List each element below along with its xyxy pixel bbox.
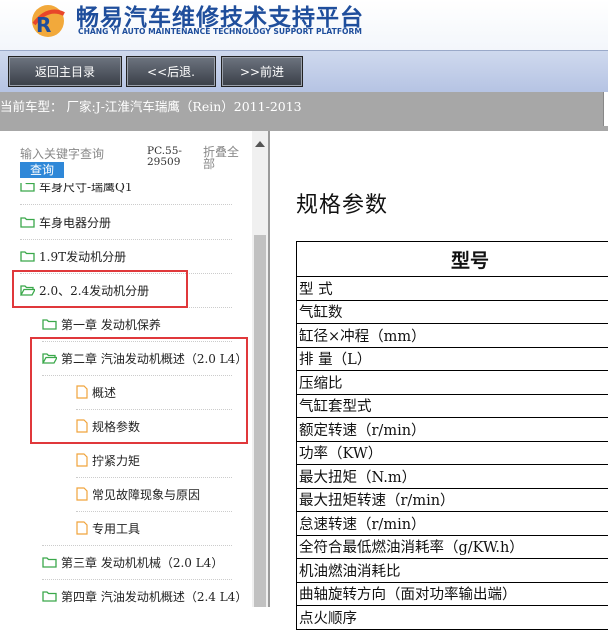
table-row: 功率（KW） xyxy=(297,441,608,465)
page-title: 规格参数 xyxy=(296,187,388,219)
tree-node-label: 1.9T发动机分册 xyxy=(39,248,126,265)
tree-node-common-faults[interactable]: 常见故障现象与原因 xyxy=(76,477,200,511)
search-button[interactable]: 查询 xyxy=(20,162,64,178)
table-row: 气缸数 xyxy=(297,300,608,324)
tree-node-chapter-1[interactable]: 第一章 发动机保养 xyxy=(42,307,161,341)
back-button[interactable]: <<后退. xyxy=(126,56,216,87)
file-icon xyxy=(76,453,88,467)
table-cell: 机油燃油消耗比 xyxy=(297,559,608,583)
tree-node-label: 拧紧力矩 xyxy=(92,452,140,469)
table-header: 型号 xyxy=(297,242,608,277)
tree-node-label: 车身电器分册 xyxy=(39,214,111,231)
search-input[interactable]: 输入关键字查询 xyxy=(20,145,104,162)
tree-node-label: 第三章 发动机机械（2.0 L4） xyxy=(61,554,223,571)
cy-logo-icon: R xyxy=(26,2,70,40)
table-cell: 压缩比 xyxy=(297,371,608,395)
toolbar: 返回主目录 <<后退. >>前进 xyxy=(0,50,608,93)
table-row: 压缩比 xyxy=(297,371,608,395)
file-icon xyxy=(76,487,88,501)
table-cell: 额定转速（r/min） xyxy=(297,418,608,442)
catalog-tree: 车身尺寸-瑞鹰Q1 车身电器分册 1.9T发动机分册 2.0、2.4发动机分册 … xyxy=(0,183,252,607)
table-row: 机油燃油消耗比 xyxy=(297,559,608,583)
file-icon xyxy=(76,521,88,535)
current-model-bar: 当前车型： 厂家:J-江淮汽车瑞鹰（Rein）2011-2013 xyxy=(0,92,608,131)
tree-node-body-electrical[interactable]: 车身电器分册 xyxy=(20,205,111,239)
table-cell: 最大扭矩（N.m） xyxy=(297,465,608,489)
table-row: 全符合最低燃油消耗率（g/KW.h） xyxy=(297,535,608,559)
table-row: 点火顺序 xyxy=(297,606,608,630)
app-header: R 畅易汽车维修技术支持平台 CHANG YI AUTO MAINTENANCE… xyxy=(0,0,608,50)
tree-node-chapter-4[interactable]: 第四章 汽油发动机概述（2.4 L4） xyxy=(42,579,247,607)
pc-code: PC.55-29509 xyxy=(147,146,191,168)
table-row: 型 式 xyxy=(297,277,608,301)
folder-icon xyxy=(42,318,57,330)
forward-button[interactable]: >>前进 xyxy=(221,56,303,87)
table-cell: 最大扭矩转速（r/min） xyxy=(297,488,608,512)
table-cell: 全符合最低燃油消耗率（g/KW.h） xyxy=(297,535,608,559)
table-cell: 曲轴旋转方向（面对功率输出端） xyxy=(297,582,608,606)
current-model-label: 当前车型： 厂家:J-江淮汽车瑞鹰（Rein）2011-2013 xyxy=(0,96,302,115)
brand-subtitle: CHANG YI AUTO MAINTENANCE TECHNOLOGY SUP… xyxy=(78,27,362,36)
search-area: 输入关键字查询 查询 PC.55-29509 折叠全部 xyxy=(0,131,252,183)
table-cell: 怠速转速（r/min） xyxy=(297,512,608,536)
highlight-box xyxy=(30,337,248,444)
splitter-handle[interactable] xyxy=(603,92,608,126)
table-row: 怠速转速（r/min） xyxy=(297,512,608,536)
tree-node-special-tools[interactable]: 专用工具 xyxy=(76,511,140,545)
table-row: 气缸套型式 xyxy=(297,394,608,418)
tree-node-label: 第四章 汽油发动机概述（2.4 L4） xyxy=(61,588,247,605)
table-row: 缸径×冲程（mm） xyxy=(297,324,608,348)
table-cell: 功率（KW） xyxy=(297,441,608,465)
table-cell: 气缸数 xyxy=(297,300,608,324)
folder-icon xyxy=(42,590,57,602)
table-cell: 点火顺序 xyxy=(297,606,608,630)
tree-node-body-dimensions[interactable]: 车身尺寸-瑞鹰Q1 xyxy=(20,183,133,203)
tree-node-label: 第一章 发动机保养 xyxy=(61,316,161,333)
table-row: 最大扭矩转速（r/min） xyxy=(297,488,608,512)
folder-icon xyxy=(20,250,35,262)
sidebar: 输入关键字查询 查询 PC.55-29509 折叠全部 车身尺寸-瑞鹰Q1 车身… xyxy=(0,131,270,607)
table-row: 曲轴旋转方向（面对功率输出端） xyxy=(297,582,608,606)
table-cell: 气缸套型式 xyxy=(297,394,608,418)
home-button[interactable]: 返回主目录 xyxy=(8,56,122,87)
table-row: 排 量（L） xyxy=(297,347,608,371)
folder-icon xyxy=(42,556,57,568)
table-cell: 型 式 xyxy=(297,277,608,301)
tree-node-torque[interactable]: 拧紧力矩 xyxy=(76,443,140,477)
table-row: 最大扭矩（N.m） xyxy=(297,465,608,489)
table-row: 额定转速（r/min） xyxy=(297,418,608,442)
spec-table: 型号 型 式 气缸数 缸径×冲程（mm） 排 量（L） 压缩比 气缸套型式 额定… xyxy=(296,241,608,630)
svg-text:R: R xyxy=(36,13,51,37)
collapse-all-link[interactable]: 折叠全部 xyxy=(203,146,243,170)
highlight-box xyxy=(12,270,188,308)
table-cell: 缸径×冲程（mm） xyxy=(297,324,608,348)
tree-node-label: 专用工具 xyxy=(92,520,140,537)
table-cell: 排 量（L） xyxy=(297,347,608,371)
tree-node-chapter-3[interactable]: 第三章 发动机机械（2.0 L4） xyxy=(42,545,223,579)
scrollbar-thumb[interactable] xyxy=(254,235,266,607)
tree-node-1-9t-engine[interactable]: 1.9T发动机分册 xyxy=(20,239,126,273)
folder-icon xyxy=(20,183,35,192)
folder-icon xyxy=(20,216,35,228)
tree-node-label: 常见故障现象与原因 xyxy=(92,486,200,503)
tree-node-label: 车身尺寸-瑞鹰Q1 xyxy=(39,183,133,195)
scroll-up-icon[interactable] xyxy=(255,141,265,147)
